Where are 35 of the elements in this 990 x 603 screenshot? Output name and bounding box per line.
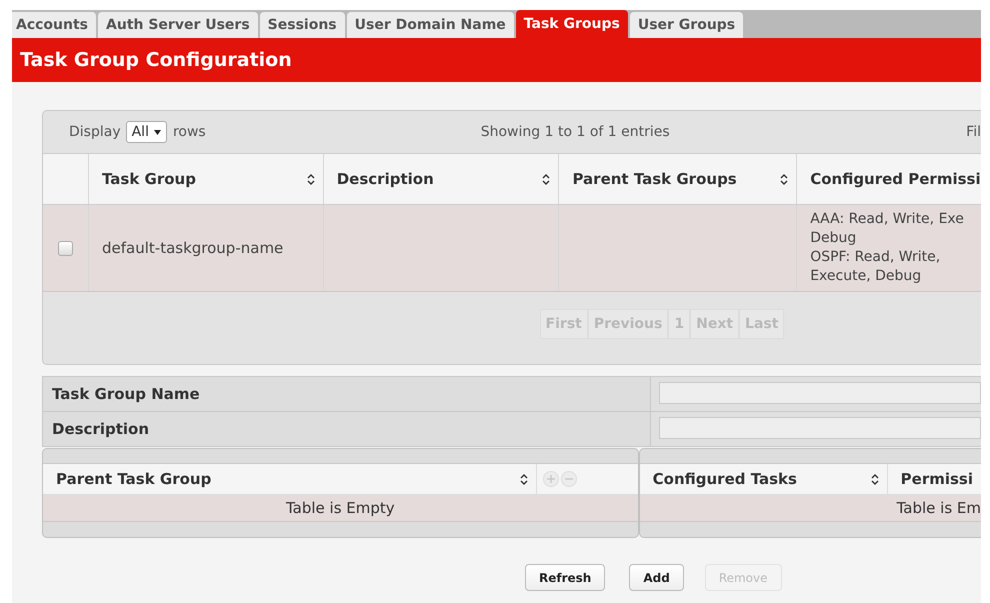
filter-label: Fil [966,124,981,140]
sort-icon [306,174,315,184]
sort-icon [780,174,788,184]
empty-message: Table is Em [640,495,981,522]
remove-icon[interactable] [561,471,577,487]
column-header[interactable]: Parent Task Groups [558,154,796,204]
page-title: Task Group Configuration [20,49,292,71]
tab[interactable]: User Domain Name [346,12,514,38]
action-button[interactable]: Add [629,564,684,591]
sort-icon [542,174,550,184]
display-label: Display [69,124,121,140]
tab[interactable]: Accounts [12,12,96,38]
column-header[interactable]: Permissi [886,464,981,494]
sort-icon [520,474,528,484]
add-icon[interactable] [543,471,559,487]
caret-icon [154,130,161,134]
row-checkbox[interactable] [58,240,73,256]
rows-label: rows [172,124,206,140]
tab[interactable]: Auth Server Users [98,12,258,38]
table-cell: AAA: Read, Write, Exe Debug OSPF: Read, Write, Execute, Debug [796,205,981,291]
tab[interactable]: Sessions [260,12,345,38]
column-header[interactable]: Configured Permissi [796,154,981,204]
action-button[interactable]: Refresh [525,564,606,591]
empty-message: Table is Empty [43,495,638,522]
column-header[interactable]: Configured Tasks [640,464,887,494]
tab[interactable]: User Groups [630,12,744,38]
sort-icon [870,474,879,484]
column-header[interactable]: Task Group [88,154,323,204]
input-field[interactable] [659,382,981,404]
column-header[interactable]: Description [322,154,558,204]
entries-info: Showing 1 to 1 of 1 entries [480,124,670,140]
input-field[interactable] [659,417,981,439]
tab[interactable]: Task Groups [516,10,628,38]
page-size-select[interactable]: All [126,121,167,143]
table-cell: default-taskgroup-name [88,205,323,291]
